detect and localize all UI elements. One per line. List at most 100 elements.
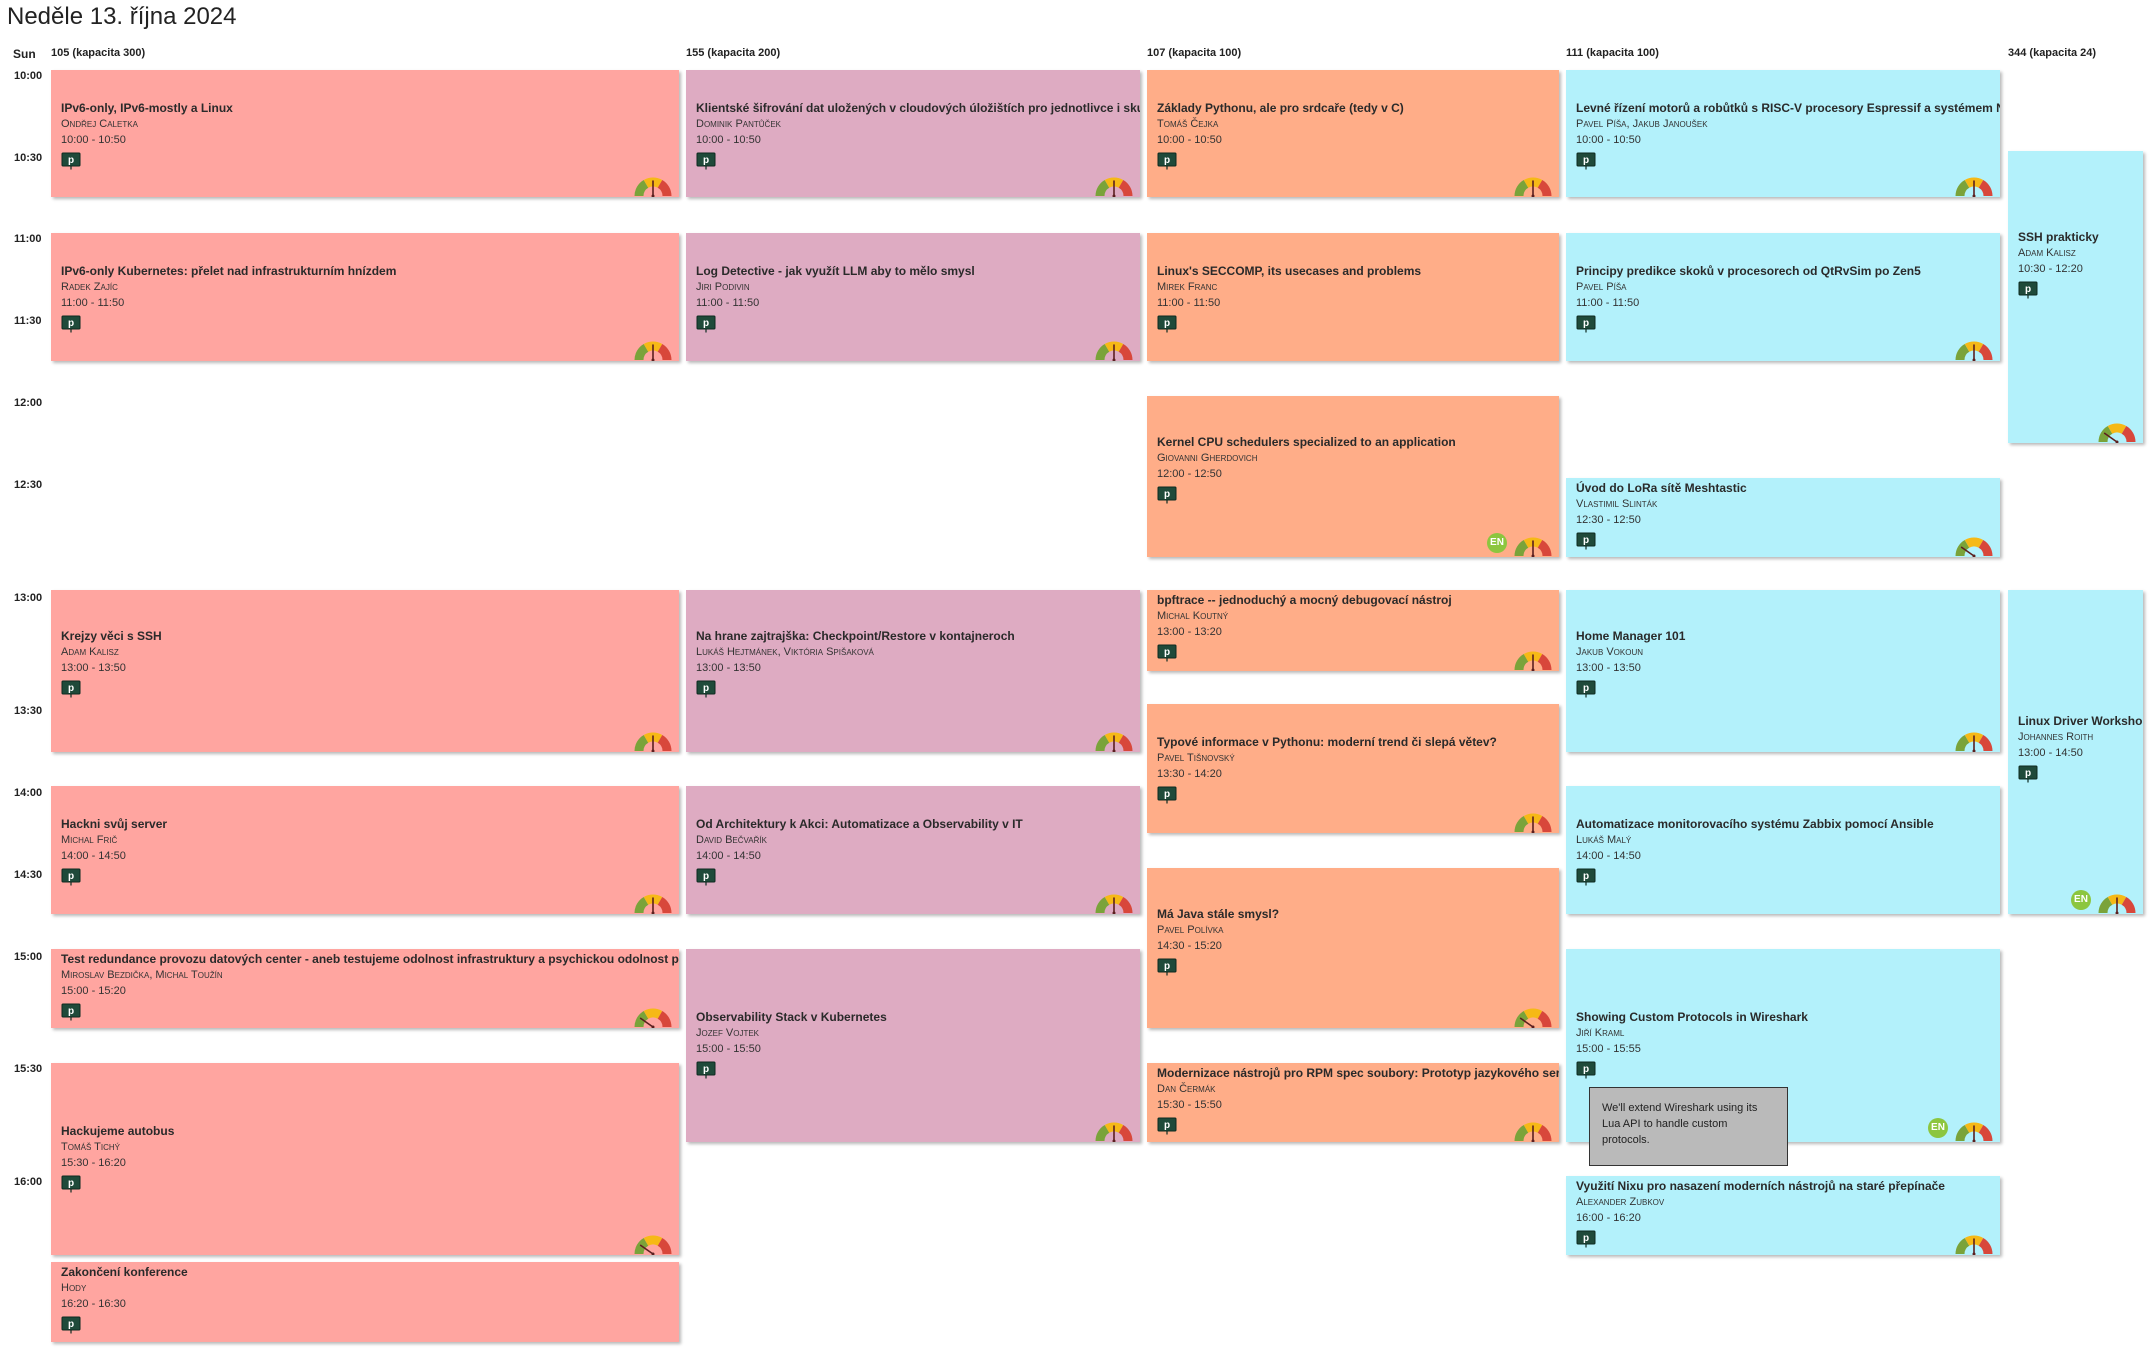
talk-card[interactable]: Od Architektury k Akci: Automatizace a O…	[686, 786, 1140, 914]
presentation-icon: p	[696, 868, 716, 886]
talk-title: Linux Driver Workshop	[2018, 714, 2143, 728]
talk-title: Klientské šifrování dat uložených v clou…	[696, 101, 1140, 115]
svg-text:p: p	[68, 1178, 74, 1189]
presentation-icon: p	[696, 152, 716, 170]
talk-card[interactable]: Hackujeme autobus Tomáš Tichý 15:30 - 16:2…	[51, 1063, 679, 1255]
presentation-icon: p	[1576, 152, 1596, 170]
talk-card[interactable]: Observability Stack v Kubernetes Jozef Vo…	[686, 949, 1140, 1142]
time-label: 15:00	[14, 951, 43, 963]
talk-title: Typové informace v Pythonu: moderní tren…	[1157, 735, 1497, 749]
talk-speakers: Giovanni Gherdovich	[1157, 452, 1258, 464]
presentation-icon: p	[1576, 1061, 1596, 1079]
room-header-107: 107 (kapacita 100)	[1147, 47, 1242, 59]
talk-card[interactable]: Klientské šifrování dat uložených v clou…	[686, 70, 1140, 197]
talk-card[interactable]: Úvod do LoRa sítě Meshtastic Vlastimil Sl…	[1566, 478, 2000, 557]
talk-title: Test redundance provozu datových center …	[61, 952, 679, 966]
presentation-icon: p	[1157, 644, 1177, 662]
difficulty-gauge-icon	[1955, 537, 1993, 557]
presentation-icon: p	[1576, 868, 1596, 886]
talk-card[interactable]: Automatizace monitorovacího systému Zabb…	[1566, 786, 2000, 914]
language-badge: EN	[2071, 890, 2091, 910]
presentation-icon: p	[1157, 486, 1177, 504]
difficulty-gauge-icon	[1514, 1122, 1552, 1142]
talk-card[interactable]: Kernel CPU schedulers specialized to an …	[1147, 396, 1559, 557]
talk-card[interactable]: Test redundance provozu datových center …	[51, 949, 679, 1028]
talk-card[interactable]: Na hrane zajtrajška: Checkpoint/Restore …	[686, 590, 1140, 752]
day-label: Sun	[13, 47, 36, 61]
time-label: 13:30	[14, 705, 43, 717]
talk-card[interactable]: IPv6-only Kubernetes: přelet nad infrast…	[51, 233, 679, 361]
talk-card[interactable]: Krejzy věci s SSH Adam Kalisz 13:00 - 13:5…	[51, 590, 679, 752]
talk-card[interactable]: Linux Driver Workshop Johannes Roith 13:00…	[2008, 590, 2143, 914]
talk-card[interactable]: Modernizace nástrojů pro RPM spec soubor…	[1147, 1063, 1559, 1142]
svg-text:p: p	[68, 155, 74, 166]
presentation-icon: p	[1157, 786, 1177, 804]
svg-text:p: p	[1583, 871, 1589, 882]
talk-speakers: Jiří Kraml	[1576, 1027, 1625, 1039]
talk-title: Automatizace monitorovacího systému Zabb…	[1576, 817, 1934, 831]
talk-speakers: Michal Frič	[61, 834, 118, 846]
presentation-icon: p	[61, 315, 81, 333]
talk-title: Na hrane zajtrajška: Checkpoint/Restore …	[696, 629, 1015, 643]
talk-speakers: Pavel Polívka	[1157, 924, 1224, 936]
talk-card[interactable]: IPv6-only, IPv6-mostly a Linux Ondřej Cal…	[51, 70, 679, 197]
talk-card[interactable]: Zakončení konference Hody 16:20 - 16:30 p	[51, 1262, 679, 1342]
talk-time: 15:00 - 15:20	[61, 985, 126, 997]
talk-title: Zakončení konference	[61, 1265, 188, 1279]
talk-title: Home Manager 101	[1576, 629, 1686, 643]
presentation-icon: p	[1157, 1117, 1177, 1135]
talk-card[interactable]: SSH prakticky Adam Kalisz 10:30 - 12:20 p	[2008, 151, 2143, 443]
room-header-105: 105 (kapacita 300)	[51, 47, 146, 59]
difficulty-gauge-icon	[1955, 177, 1993, 197]
talk-speakers: Hody	[61, 1282, 87, 1294]
talk-time: 13:00 - 13:20	[1157, 626, 1222, 638]
svg-text:p: p	[1164, 789, 1170, 800]
svg-text:p: p	[1583, 155, 1589, 166]
talk-speakers: Adam Kalisz	[2018, 247, 2076, 259]
talk-card[interactable]: Využití Nixu pro nasazení moderních nást…	[1566, 1176, 2000, 1255]
svg-text:p: p	[703, 318, 709, 329]
talk-card[interactable]: Levné řízení motorů a robůtků s RISC-V p…	[1566, 70, 2000, 197]
svg-text:p: p	[703, 871, 709, 882]
talk-time: 15:30 - 16:20	[61, 1157, 126, 1169]
talk-card[interactable]: Linux's SECCOMP, its usecases and proble…	[1147, 233, 1559, 361]
talk-title: Principy predikce skoků v procesorech od…	[1576, 264, 1921, 278]
talk-time: 16:20 - 16:30	[61, 1298, 126, 1310]
talk-speakers: Lukáš Hejtmánek, Viktória Spišaková	[696, 646, 874, 658]
presentation-icon: p	[2018, 281, 2038, 299]
talk-card[interactable]: Hackni svůj server Michal Frič 14:00 - 14:…	[51, 786, 679, 914]
talk-card[interactable]: bpftrace -- jednoduchý a mocný debugovac…	[1147, 590, 1559, 671]
time-label: 12:30	[14, 479, 43, 491]
difficulty-gauge-icon	[634, 177, 672, 197]
talk-speakers: Michal Koutný	[1157, 610, 1229, 622]
talk-speakers: Radek Zajíc	[61, 281, 118, 293]
time-label: 11:00	[14, 233, 42, 245]
svg-text:p: p	[1583, 535, 1589, 546]
talk-title: Kernel CPU schedulers specialized to an …	[1157, 435, 1456, 449]
svg-text:p: p	[1164, 647, 1170, 658]
talk-title: Hackni svůj server	[61, 817, 168, 831]
talk-card[interactable]: Principy predikce skoků v procesorech od…	[1566, 233, 2000, 361]
time-label: 11:30	[14, 315, 42, 327]
talk-time: 10:00 - 10:50	[1576, 134, 1641, 146]
talk-card[interactable]: Typové informace v Pythonu: moderní tren…	[1147, 704, 1559, 833]
difficulty-gauge-icon	[634, 1235, 672, 1255]
talk-title: Linux's SECCOMP, its usecases and proble…	[1157, 264, 1422, 278]
presentation-icon: p	[1157, 958, 1177, 976]
presentation-icon: p	[696, 1061, 716, 1079]
talk-speakers: Johannes Roith	[2018, 731, 2094, 743]
talk-time: 13:30 - 14:20	[1157, 768, 1222, 780]
talk-card[interactable]: Home Manager 101 Jakub Vokoun 13:00 - 13:5…	[1566, 590, 2000, 752]
talk-card[interactable]: Základy Pythonu, ale pro srdcaře (tedy v…	[1147, 70, 1559, 197]
talk-time: 13:00 - 13:50	[696, 662, 761, 674]
difficulty-gauge-icon	[1514, 537, 1552, 557]
talk-title: Má Java stále smysl?	[1157, 907, 1280, 921]
talk-card[interactable]: Log Detective - jak využít LLM aby to mě…	[686, 233, 1140, 361]
talk-speakers: Jiri Podivin	[696, 281, 750, 293]
talk-time: 10:30 - 12:20	[2018, 263, 2083, 275]
talk-title: Hackujeme autobus	[61, 1124, 175, 1138]
svg-text:p: p	[68, 871, 74, 882]
talk-speakers: Vlastimil Slinták	[1576, 498, 1658, 510]
difficulty-gauge-icon	[1955, 1122, 1993, 1142]
talk-card[interactable]: Má Java stále smysl? Pavel Polívka 14:30 -…	[1147, 868, 1559, 1028]
